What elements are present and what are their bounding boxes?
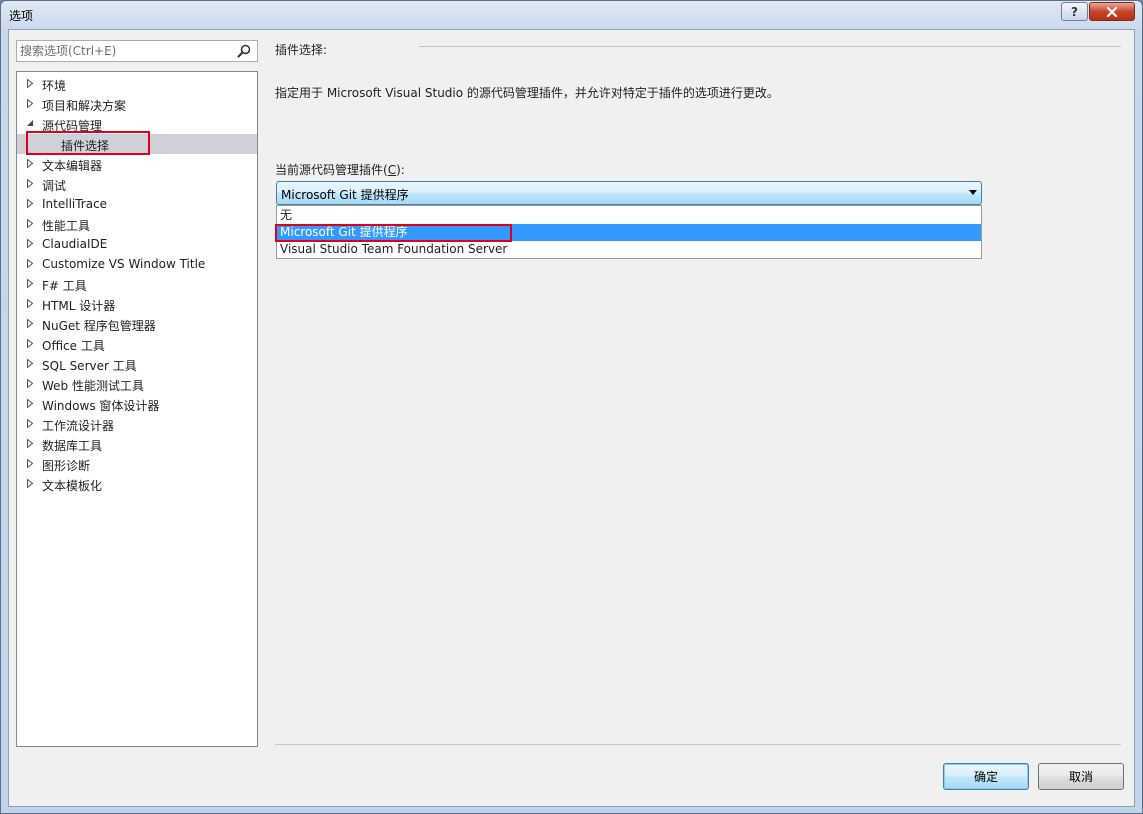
collapsed-arrow-icon[interactable] <box>26 318 36 329</box>
tree-item-label: 调试 <box>42 179 67 193</box>
tree-item[interactable]: Windows 窗体设计器 <box>17 394 257 414</box>
tree-item-label: 性能工具 <box>42 219 91 233</box>
tree-item[interactable]: 性能工具 <box>17 214 257 234</box>
bottom-divider <box>275 744 1121 745</box>
plugin-combo-label: 当前源代码管理插件(C): <box>275 161 405 178</box>
tree-item-label: HTML 设计器 <box>42 299 116 313</box>
collapsed-arrow-icon[interactable] <box>26 238 36 249</box>
tree-item-label: 插件选择 <box>61 139 110 153</box>
plugin-dropdown-list: 无 Microsoft Git 提供程序 Visual Studio Team Fo… <box>276 205 982 259</box>
collapsed-arrow-icon[interactable] <box>26 378 36 389</box>
tree-item[interactable]: 插件选择 <box>17 134 257 154</box>
tree-item-label: 工作流设计器 <box>42 419 115 433</box>
collapsed-arrow-icon[interactable] <box>26 418 36 429</box>
plugin-combobox[interactable]: Microsoft Git 提供程序 <box>276 181 982 205</box>
tree-item-label: 环境 <box>42 79 67 93</box>
tree-item[interactable]: HTML 设计器 <box>17 294 257 314</box>
tree-item[interactable]: NuGet 程序包管理器 <box>17 314 257 334</box>
tree-item-label: SQL Server 工具 <box>42 359 137 373</box>
collapsed-arrow-icon[interactable] <box>26 278 36 289</box>
combo-selected-value: Microsoft Git 提供程序 <box>281 188 409 202</box>
tree-item[interactable]: 图形诊断 <box>17 454 257 474</box>
tree-item[interactable]: Web 性能测试工具 <box>17 374 257 394</box>
tree-item-label: ClaudiaIDE <box>42 237 108 251</box>
tree-item-label: F# 工具 <box>42 279 87 293</box>
tree-item-label: 项目和解决方案 <box>42 99 127 113</box>
tree-item-label: 文本模板化 <box>42 479 103 493</box>
dropdown-option[interactable]: 无 <box>277 207 981 224</box>
tree-item[interactable]: 文本编辑器 <box>17 154 257 174</box>
tree-item[interactable]: 数据库工具 <box>17 434 257 454</box>
description-text: 指定用于 Microsoft Visual Studio 的源代码管理插件，并允… <box>275 86 779 100</box>
tree-item[interactable]: 调试 <box>17 174 257 194</box>
tree-item-label: 文本编辑器 <box>42 159 103 173</box>
collapsed-arrow-icon[interactable] <box>26 438 36 449</box>
tree-item-label: Web 性能测试工具 <box>42 379 144 393</box>
collapsed-arrow-icon[interactable] <box>26 458 36 469</box>
ok-button[interactable]: 确定 <box>943 763 1029 790</box>
search-icon[interactable] <box>237 44 251 58</box>
tree-item-label: Customize VS Window Title <box>42 257 206 271</box>
dropdown-option[interactable]: Visual Studio Team Foundation Server <box>277 241 981 258</box>
dropdown-option[interactable]: Microsoft Git 提供程序 <box>277 224 981 241</box>
close-icon <box>1106 6 1118 17</box>
tree-item[interactable]: Office 工具 <box>17 334 257 354</box>
collapsed-arrow-icon[interactable] <box>26 178 36 189</box>
tree-item-label: 数据库工具 <box>42 439 103 453</box>
tree-item-label: IntelliTrace <box>42 197 108 211</box>
combo-label-accesskey: C <box>387 163 397 177</box>
combo-label-suffix: ): <box>396 163 405 177</box>
chevron-down-icon[interactable] <box>969 190 977 195</box>
collapsed-arrow-icon[interactable] <box>26 478 36 489</box>
search-input[interactable] <box>20 43 230 59</box>
tree-item-label: Windows 窗体设计器 <box>42 399 160 413</box>
tree-item[interactable]: 文本模板化 <box>17 474 257 494</box>
title-bar[interactable]: 选项 ? <box>1 1 1142 29</box>
search-box <box>16 40 258 62</box>
tree-item[interactable]: IntelliTrace <box>17 194 257 214</box>
collapsed-arrow-icon[interactable] <box>26 98 36 109</box>
dialog-client-area: 环境项目和解决方案源代码管理插件选择文本编辑器调试 IntelliTrace 性能工… <box>8 29 1135 807</box>
options-tree[interactable]: 环境项目和解决方案 源代码管理插件选择文本编辑器调试 IntelliTrace 性能工… <box>16 71 258 747</box>
collapsed-arrow-icon[interactable] <box>26 198 36 209</box>
options-dialog: 选项 ? 环境项目和解决方案源代码管理插件选择文本编辑器调试 IntelliTra… <box>0 0 1143 814</box>
combo-label-prefix: 当前源代码管理插件( <box>275 163 388 177</box>
section-divider <box>419 46 1121 47</box>
tree-item[interactable]: ClaudiaIDE <box>17 234 257 254</box>
tree-item[interactable]: 工作流设计器 <box>17 414 257 434</box>
window-title: 选项 <box>9 9 34 23</box>
collapsed-arrow-icon[interactable] <box>26 78 36 89</box>
close-button[interactable] <box>1089 2 1135 21</box>
tree-item-label: 图形诊断 <box>42 459 91 473</box>
section-title: 插件选择: <box>275 43 328 57</box>
collapsed-arrow-icon[interactable] <box>26 358 36 369</box>
collapsed-arrow-icon[interactable] <box>26 258 36 269</box>
tree-item[interactable]: 项目和解决方案 <box>17 94 257 114</box>
collapsed-arrow-icon[interactable] <box>26 158 36 169</box>
collapsed-arrow-icon[interactable] <box>26 218 36 229</box>
tree-item[interactable]: 环境 <box>17 74 257 94</box>
cancel-button[interactable]: 取消 <box>1038 763 1124 790</box>
tree-item[interactable]: 源代码管理 <box>17 114 257 134</box>
tree-item[interactable]: Customize VS Window Title <box>17 254 257 274</box>
tree-item[interactable]: F# 工具 <box>17 274 257 294</box>
collapsed-arrow-icon[interactable] <box>26 338 36 349</box>
collapsed-arrow-icon[interactable] <box>26 298 36 309</box>
tree-item-label: NuGet 程序包管理器 <box>42 319 156 333</box>
tree-item[interactable]: SQL Server 工具 <box>17 354 257 374</box>
collapsed-arrow-icon[interactable] <box>26 398 36 409</box>
expanded-arrow-icon[interactable] <box>26 119 36 129</box>
tree-item-label: Office 工具 <box>42 339 105 353</box>
help-button[interactable]: ? <box>1061 2 1088 21</box>
tree-item-label: 源代码管理 <box>42 119 103 133</box>
